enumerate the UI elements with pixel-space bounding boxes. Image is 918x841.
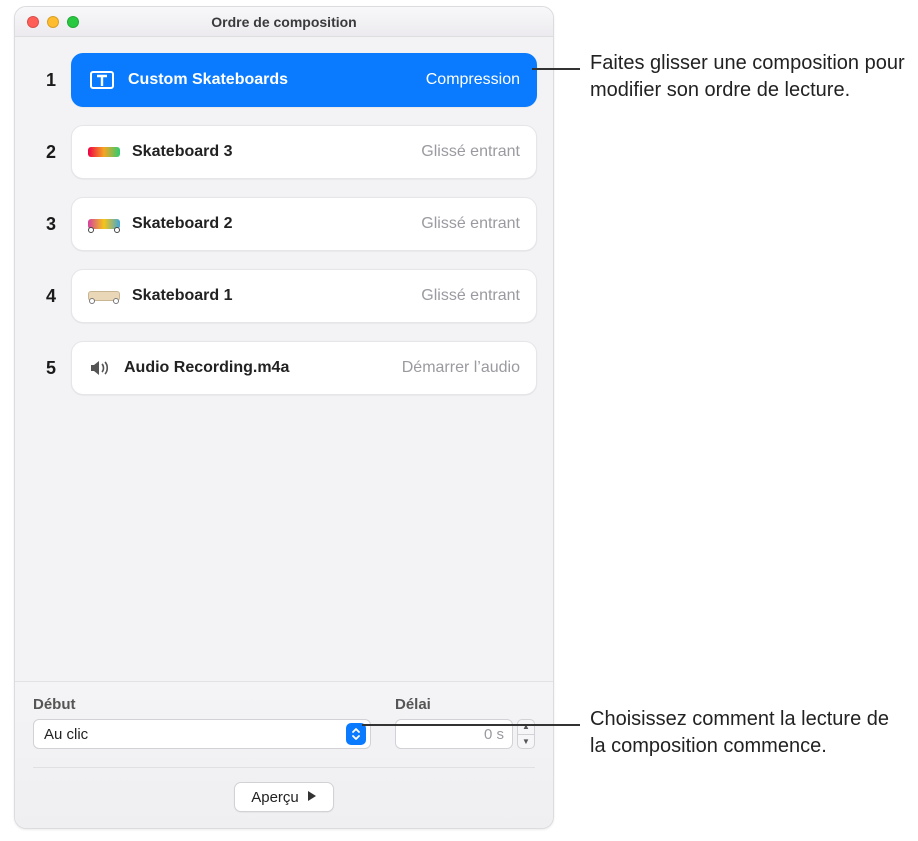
build-item-effect: Compression	[426, 71, 520, 89]
delay-label: Délai	[395, 696, 535, 713]
row-number: 2	[31, 142, 71, 163]
traffic-lights	[15, 16, 79, 28]
zoom-icon[interactable]	[67, 16, 79, 28]
build-row: 1 Custom Skateboards Compression	[31, 53, 537, 107]
start-select[interactable]: Au clic	[33, 719, 371, 749]
close-icon[interactable]	[27, 16, 39, 28]
row-number: 4	[31, 286, 71, 307]
build-row: 5 Audio Recording.m4a Démarrer l’audio	[31, 341, 537, 395]
build-item-label: Skateboard 2	[132, 215, 409, 233]
delay-control: Délai 0 s ▲ ▼	[395, 696, 535, 749]
thumbnail-icon	[88, 219, 120, 229]
build-item-effect: Glissé entrant	[421, 143, 520, 161]
build-item-label: Custom Skateboards	[128, 71, 414, 89]
build-row: 4 Skateboard 1 Glissé entrant	[31, 269, 537, 323]
build-item-label: Audio Recording.m4a	[124, 359, 390, 377]
build-item-effect: Glissé entrant	[421, 215, 520, 233]
footer-panel: Début Au clic Délai 0 s	[15, 681, 553, 828]
build-item[interactable]: Skateboard 1 Glissé entrant	[71, 269, 537, 323]
start-control: Début Au clic	[33, 696, 371, 749]
callout-leader	[362, 724, 580, 726]
chevron-up-icon[interactable]: ▲	[518, 720, 534, 735]
build-item-label: Skateboard 1	[132, 287, 409, 305]
start-label: Début	[33, 696, 371, 713]
build-item[interactable]: Custom Skateboards Compression	[71, 53, 537, 107]
callout-leader	[532, 68, 580, 70]
row-number: 3	[31, 214, 71, 235]
build-item[interactable]: Skateboard 2 Glissé entrant	[71, 197, 537, 251]
build-list: 1 Custom Skateboards Compression 2 Skate…	[15, 37, 553, 681]
build-row: 2 Skateboard 3 Glissé entrant	[31, 125, 537, 179]
row-number: 1	[31, 70, 71, 91]
preview-row: Aperçu	[33, 782, 535, 812]
chevron-down-icon[interactable]: ▼	[518, 735, 534, 749]
preview-label: Aperçu	[251, 789, 299, 806]
build-row: 3 Skateboard 2 Glissé entrant	[31, 197, 537, 251]
build-item-effect: Démarrer l’audio	[402, 359, 520, 377]
preview-button[interactable]: Aperçu	[234, 782, 334, 812]
chevrons-icon	[346, 723, 366, 745]
build-item[interactable]: Skateboard 3 Glissé entrant	[71, 125, 537, 179]
callout-top: Faites glisser une composition pour modi…	[590, 50, 910, 104]
divider	[33, 767, 535, 768]
titlebar: Ordre de composition	[15, 7, 553, 37]
window-title: Ordre de composition	[15, 14, 553, 30]
audio-icon	[88, 359, 112, 377]
delay-value: 0 s	[484, 726, 504, 743]
minimize-icon[interactable]	[47, 16, 59, 28]
thumbnail-icon	[88, 147, 120, 157]
footer-controls: Début Au clic Délai 0 s	[33, 696, 535, 749]
start-value: Au clic	[44, 726, 88, 743]
build-item[interactable]: Audio Recording.m4a Démarrer l’audio	[71, 341, 537, 395]
row-number: 5	[31, 358, 71, 379]
build-order-window: Ordre de composition 1 Custom Skateboard…	[14, 6, 554, 829]
play-icon	[307, 789, 317, 806]
thumbnail-icon	[88, 291, 120, 301]
callout-bottom: Choisissez comment la lecture de la comp…	[590, 706, 910, 760]
text-frame-icon	[88, 71, 116, 89]
build-item-label: Skateboard 3	[132, 143, 409, 161]
build-item-effect: Glissé entrant	[421, 287, 520, 305]
